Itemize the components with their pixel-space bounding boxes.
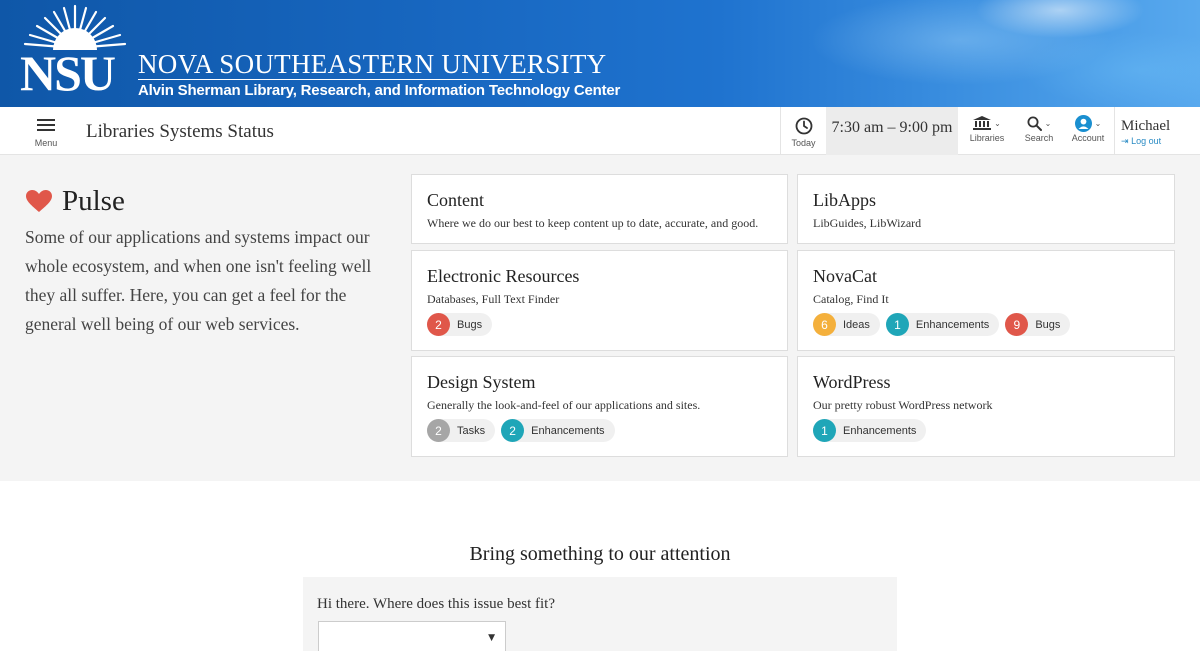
chip-count: 9 [1005, 313, 1029, 336]
chevron-down-icon: ⌄ [1044, 118, 1052, 128]
library-icon [973, 116, 992, 130]
card-description: Where we do our best to keep content up … [427, 216, 759, 230]
chevron-down-icon: ▼ [488, 633, 495, 643]
account-icon [1074, 114, 1092, 132]
card-title: Electronic Resources [427, 266, 580, 286]
attention-heading: Bring something to our attention [469, 543, 731, 565]
menu-button[interactable]: Menu [24, 113, 68, 153]
libraries-button[interactable]: ⌄ Libraries [966, 107, 1008, 155]
issue-category-select[interactable]: ▼ [318, 621, 506, 651]
pulse-title: Pulse [62, 185, 125, 217]
chevron-down-icon: ⌄ [1094, 118, 1102, 128]
issue-chips: 1 Enhancements [813, 419, 1159, 442]
university-name[interactable]: NOVA SOUTHEASTERN UNIVERSITY [138, 50, 606, 78]
issue-form: Hi there. Where does this issue best fit… [303, 577, 897, 651]
status-card-content[interactable]: Content Where we do our best to keep con… [411, 174, 788, 244]
chip-label: Ideas [843, 318, 870, 331]
menu-icon [37, 119, 55, 132]
menu-label: Menu [34, 138, 58, 148]
bugs-chip[interactable]: 9 Bugs [1005, 313, 1071, 336]
logout-link[interactable]: ⇥ Log out [1121, 136, 1194, 147]
pulse-section: Pulse Some of our applications and syste… [0, 155, 1200, 481]
card-description: LibGuides, LibWizard [813, 216, 922, 230]
status-card-design-system[interactable]: Design System Generally the look-and-fee… [411, 356, 788, 457]
logout-icon: ⇥ [1121, 136, 1129, 146]
pulse-description: Some of our applications and systems imp… [25, 227, 372, 334]
card-description: Catalog, Find It [813, 292, 889, 306]
user-name: Michael [1121, 118, 1171, 134]
chip-label: Tasks [457, 424, 486, 437]
user-menu: Michael ⇥ Log out [1114, 107, 1194, 155]
status-card-wordpress[interactable]: WordPress Our pretty robust WordPress ne… [797, 356, 1175, 457]
chevron-down-icon: ⌄ [994, 118, 1001, 128]
enhancements-chip[interactable]: 1 Enhancements [813, 419, 927, 442]
search-button[interactable]: ⌄ Search [1020, 107, 1058, 155]
card-description: Generally the look-and-feel of our appli… [427, 398, 701, 412]
search-label: Search [1024, 133, 1054, 143]
clock-icon [781, 107, 826, 135]
issue-chips: 2 Tasks 2 Enhancements [427, 419, 772, 442]
bugs-chip[interactable]: 2 Bugs [427, 313, 493, 336]
tasks-chip[interactable]: 2 Tasks [427, 419, 496, 442]
status-card-libapps[interactable]: LibApps LibGuides, LibWizard [797, 174, 1175, 244]
status-card-electronic-resources[interactable]: Electronic Resources Databases, Full Tex… [411, 250, 788, 351]
account-label: Account [1071, 133, 1105, 143]
account-button[interactable]: ⌄ Account [1068, 107, 1108, 155]
chip-label: Bugs [1035, 318, 1061, 331]
enhancements-chip[interactable]: 1 Enhancements [885, 313, 1000, 336]
card-title: Content [427, 190, 484, 210]
chip-count: 1 [813, 419, 836, 442]
card-title: Design System [427, 372, 536, 392]
card-title: NovaCat [813, 266, 877, 286]
issue-question-label: Hi there. Where does this issue best fit… [317, 596, 555, 612]
page-title[interactable]: Libraries Systems Status [86, 121, 274, 143]
card-title: LibApps [813, 190, 876, 210]
enhancements-chip[interactable]: 2 Enhancements [501, 419, 615, 442]
chip-label: Enhancements [531, 424, 605, 437]
chip-label: Bugs [457, 318, 483, 331]
issue-chips: 2 Bugs [427, 313, 772, 336]
chip-count: 6 [813, 313, 836, 336]
card-description: Our pretty robust WordPress network [813, 398, 993, 412]
header-banner: NSU NOVA SOUTHEASTERN UNIVERSITY Alvin S… [0, 0, 1200, 107]
libraries-label: Libraries [969, 133, 1005, 143]
banner-divider [138, 79, 532, 80]
chip-label: Enhancements [843, 424, 917, 437]
today-button[interactable]: Today [780, 107, 826, 155]
banner-water-glow [720, 0, 1200, 107]
nsu-logo-text[interactable]: NSU [20, 48, 116, 98]
hours-display: 7:30 am – 9:00 pm [826, 107, 958, 155]
chip-label: Enhancements [915, 318, 990, 331]
chip-count: 2 [427, 313, 450, 336]
pulse-heading: Pulse [26, 185, 125, 218]
logout-label: Log out [1131, 136, 1162, 146]
card-description: Databases, Full Text Finder [427, 292, 560, 306]
ideas-chip[interactable]: 6 Ideas [813, 313, 880, 336]
search-icon [1027, 116, 1042, 131]
chip-count: 1 [885, 313, 909, 336]
university-subtitle: Alvin Sherman Library, Research, and Inf… [138, 82, 621, 99]
heart-icon [26, 190, 52, 212]
top-nav: Menu Libraries Systems Status Today 7:30… [0, 107, 1200, 155]
chip-count: 2 [501, 419, 525, 442]
card-title: WordPress [813, 372, 891, 392]
today-label: Today [791, 138, 816, 148]
issue-chips: 6 Ideas 1 Enhancements 9 Bugs [813, 313, 1159, 336]
chip-count: 2 [427, 419, 450, 442]
status-card-novacat[interactable]: NovaCat Catalog, Find It 6 Ideas 1 Enhan… [797, 250, 1175, 351]
